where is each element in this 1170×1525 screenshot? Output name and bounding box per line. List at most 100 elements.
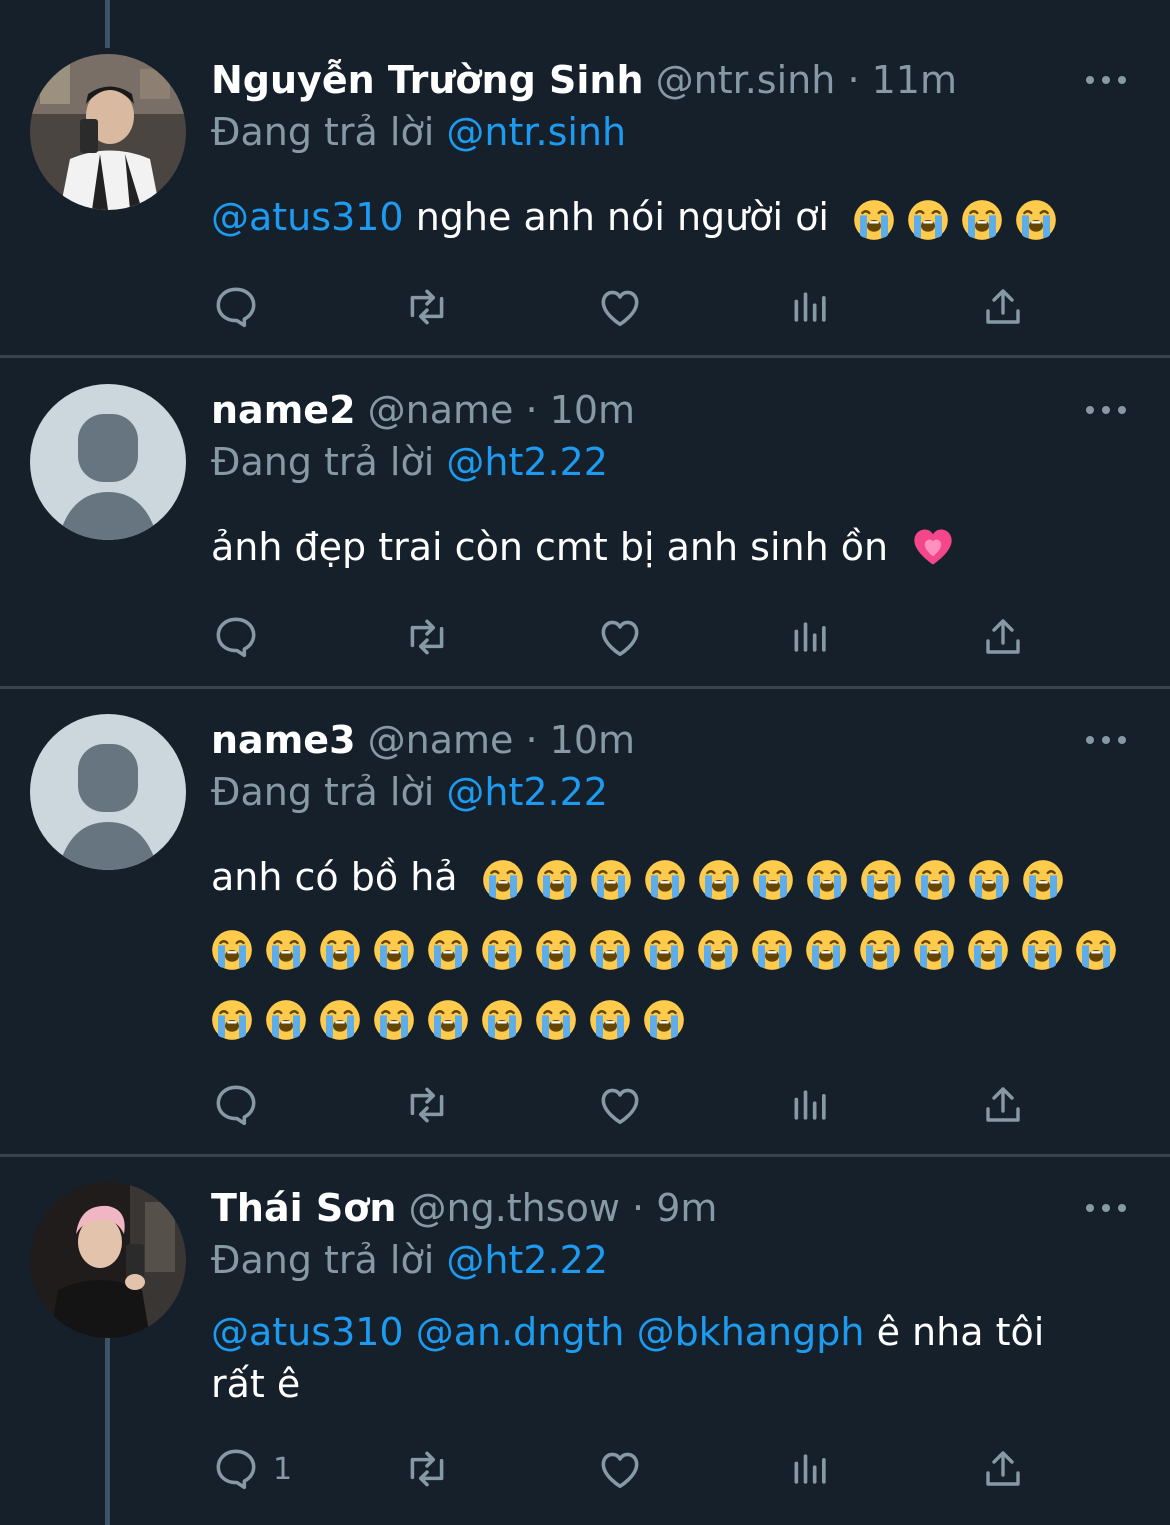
user-handle[interactable]: @ntr.sinh bbox=[656, 58, 836, 102]
timestamp[interactable]: 11m bbox=[872, 58, 957, 102]
retweet-button[interactable] bbox=[401, 1080, 453, 1130]
tweet-header: name2 @name · 10m bbox=[211, 384, 635, 436]
tweet-body: ê nha tôi bbox=[876, 1310, 1045, 1354]
reply-button[interactable] bbox=[211, 612, 273, 662]
reply-button[interactable]: 1 bbox=[211, 1444, 292, 1494]
mention-link[interactable]: @bkhangph bbox=[637, 1310, 865, 1354]
loudly-crying-face-icon bbox=[1076, 929, 1116, 970]
avatar[interactable] bbox=[30, 1182, 186, 1338]
reply-feed: Nguyễn Trường Sinh @ntr.sinh · 11m Đang … bbox=[0, 0, 1170, 1525]
loudly-crying-face-icon bbox=[374, 999, 414, 1040]
timestamp[interactable]: 10m bbox=[550, 388, 635, 432]
tweet-2[interactable]: name2 @name · 10m Đang trả lời @ht2.22 ả… bbox=[0, 384, 1170, 684]
separator: · bbox=[847, 58, 860, 102]
loudly-crying-face-icon bbox=[644, 929, 684, 970]
like-button[interactable] bbox=[595, 1080, 645, 1130]
tweet-header: name3 @name · 10m bbox=[211, 714, 635, 766]
retweet-icon bbox=[410, 289, 444, 325]
loudly-crying-face-icon bbox=[590, 999, 630, 1040]
tweet-header: Thái Sơn @ng.thsow · 9m bbox=[211, 1182, 717, 1234]
display-name[interactable]: name3 bbox=[211, 718, 356, 762]
retweet-button[interactable] bbox=[401, 282, 453, 332]
avatar[interactable] bbox=[30, 54, 186, 210]
mention-link[interactable]: @atus310 bbox=[211, 1310, 404, 1354]
replying-to-label: Đang trả lời bbox=[211, 440, 435, 484]
replying-to: Đang trả lời @ht2.22 bbox=[211, 766, 608, 818]
tweet-actions bbox=[211, 612, 1041, 662]
loudly-crying-face-icon bbox=[914, 929, 954, 970]
loudly-crying-face-icon bbox=[374, 929, 414, 970]
more-options-icon[interactable] bbox=[1086, 62, 1126, 98]
more-options-icon[interactable] bbox=[1086, 392, 1126, 428]
avatar[interactable] bbox=[30, 714, 186, 870]
share-button[interactable] bbox=[979, 282, 1027, 332]
separator: · bbox=[525, 388, 538, 432]
loudly-crying-face-icon bbox=[536, 999, 576, 1040]
reply-button[interactable] bbox=[211, 1080, 273, 1130]
timestamp[interactable]: 9m bbox=[656, 1186, 717, 1230]
tweet-4[interactable]: Thái Sơn @ng.thsow · 9m Đang trả lời @ht… bbox=[0, 1182, 1170, 1525]
tweet-1[interactable]: Nguyễn Trường Sinh @ntr.sinh · 11m Đang … bbox=[0, 54, 1170, 354]
reply-icon bbox=[216, 1449, 256, 1490]
tweet-actions bbox=[211, 1080, 1041, 1130]
tweet-3[interactable]: name3 @name · 10m Đang trả lời @ht2.22 a… bbox=[0, 714, 1170, 1154]
avatar[interactable] bbox=[30, 384, 186, 540]
loudly-crying-face-icon bbox=[212, 929, 252, 970]
share-button[interactable] bbox=[979, 612, 1027, 662]
loudly-crying-face-icon bbox=[968, 929, 1008, 970]
more-options-icon[interactable] bbox=[1086, 1190, 1126, 1226]
timestamp[interactable]: 10m bbox=[550, 718, 635, 762]
profile-photo-icon bbox=[30, 1182, 186, 1338]
replying-to: Đang trả lời @ntr.sinh bbox=[211, 106, 626, 158]
reply-icon bbox=[216, 617, 256, 658]
loudly-crying-face-icon bbox=[860, 859, 901, 900]
share-button[interactable] bbox=[979, 1080, 1027, 1130]
loudly-crying-face-icon bbox=[590, 859, 631, 900]
like-button[interactable] bbox=[595, 1444, 645, 1494]
display-name[interactable]: Nguyễn Trường Sinh bbox=[211, 58, 644, 102]
mention-link[interactable]: @an.dngth bbox=[416, 1310, 625, 1354]
display-name[interactable]: Thái Sơn bbox=[211, 1186, 396, 1230]
tweet-actions bbox=[211, 282, 1041, 332]
like-button[interactable] bbox=[595, 282, 645, 332]
share-button[interactable] bbox=[979, 1444, 1027, 1494]
display-name[interactable]: name2 bbox=[211, 388, 356, 432]
replying-to-mention[interactable]: @ht2.22 bbox=[446, 440, 608, 484]
retweet-icon bbox=[410, 1087, 444, 1123]
replying-to-mention[interactable]: @ht2.22 bbox=[446, 1238, 608, 1282]
analytics-button[interactable] bbox=[789, 1080, 833, 1130]
like-button[interactable] bbox=[595, 612, 645, 662]
reply-button[interactable] bbox=[211, 282, 273, 332]
user-handle[interactable]: @name bbox=[368, 388, 514, 432]
growing-heart-icon bbox=[914, 529, 952, 565]
retweet-button[interactable] bbox=[401, 1444, 453, 1494]
tweet-text: @atus310 nghe anh nói người ơi bbox=[211, 182, 1111, 252]
mention-link[interactable]: @atus310 bbox=[211, 191, 404, 243]
loudly-crying-face-icon bbox=[320, 999, 360, 1040]
analytics-button[interactable] bbox=[789, 1444, 833, 1494]
replying-to-mention[interactable]: @ht2.22 bbox=[446, 770, 608, 814]
loudly-crying-face-icon bbox=[854, 199, 894, 240]
loudly-crying-face-icon bbox=[536, 859, 577, 900]
retweet-icon bbox=[410, 619, 444, 655]
separator: · bbox=[525, 718, 538, 762]
replying-to-mention[interactable]: @ntr.sinh bbox=[446, 110, 626, 154]
analytics-button[interactable] bbox=[789, 612, 833, 662]
loudly-crying-face-icon bbox=[1016, 199, 1056, 240]
user-handle[interactable]: @name bbox=[368, 718, 514, 762]
emoji-group bbox=[482, 851, 1076, 903]
tweet-body: ảnh đẹp trai còn cmt bị anh sinh ồn bbox=[211, 525, 889, 569]
loudly-crying-face-icon bbox=[698, 859, 739, 900]
like-icon bbox=[601, 1452, 639, 1489]
analytics-button[interactable] bbox=[789, 282, 833, 332]
tweet-header: Nguyễn Trường Sinh @ntr.sinh · 11m bbox=[211, 54, 957, 106]
retweet-button[interactable] bbox=[401, 612, 453, 662]
analytics-icon bbox=[794, 292, 826, 322]
tweet-body: anh có bồ hả bbox=[211, 855, 458, 899]
more-options-icon[interactable] bbox=[1086, 722, 1126, 758]
loudly-crying-face-icon bbox=[752, 859, 793, 900]
divider bbox=[0, 686, 1170, 689]
loudly-crying-face-icon bbox=[968, 859, 1009, 900]
user-handle[interactable]: @ng.thsow bbox=[409, 1186, 620, 1230]
reply-count: 1 bbox=[273, 1451, 293, 1487]
